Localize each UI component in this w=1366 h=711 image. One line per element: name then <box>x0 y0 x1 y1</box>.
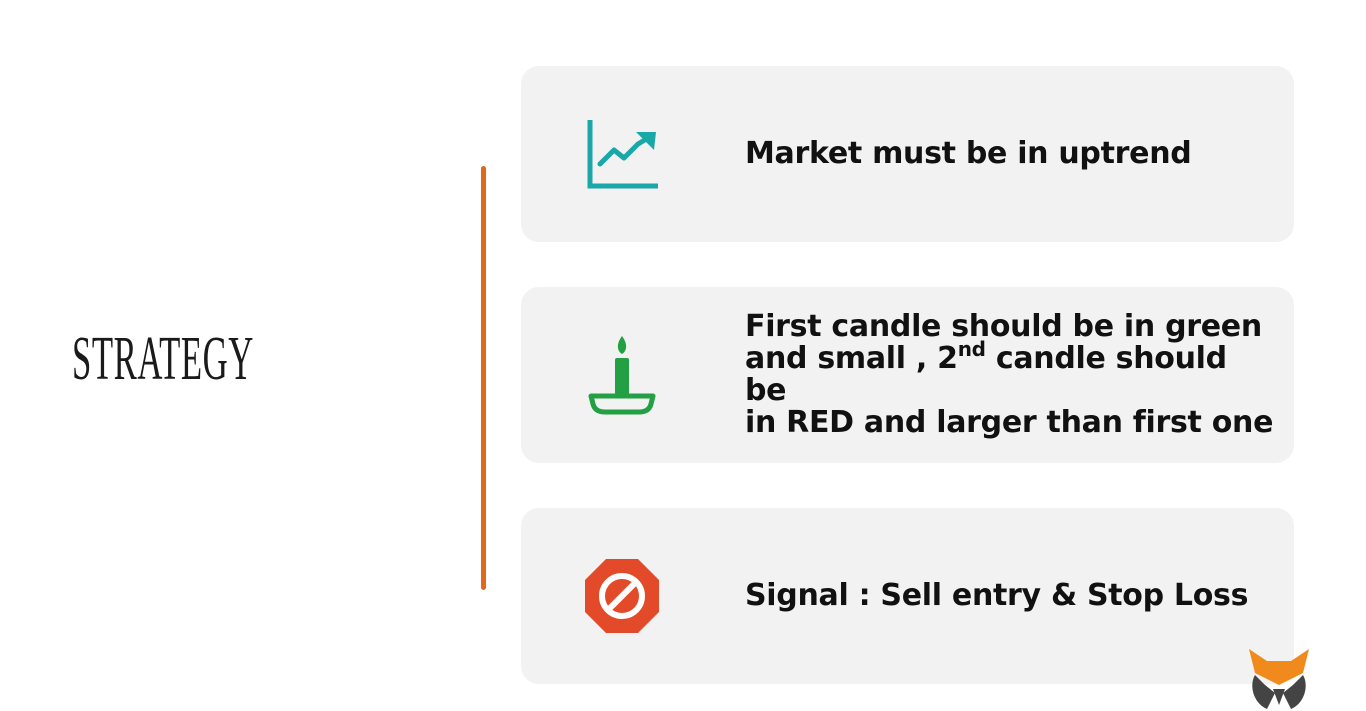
strategy-card-candles: First candle should be in green and smal… <box>521 287 1294 463</box>
card-text: Signal : Sell entry & Stop Loss <box>745 578 1249 613</box>
stop-sign-icon <box>581 555 663 637</box>
ordinal-suffix: nd <box>957 337 986 361</box>
card-text-line: and small , 2nd candle should be <box>745 339 1276 407</box>
uptrend-chart-icon <box>581 113 663 195</box>
fox-logo-icon <box>1245 645 1313 711</box>
strategy-card-signal: Signal : Sell entry & Stop Loss <box>521 508 1294 684</box>
card-text-line: in RED and larger than first one <box>745 405 1274 440</box>
strategy-card-uptrend: Market must be in uptrend <box>521 66 1294 242</box>
card-text-line: First candle should be in green <box>745 309 1262 344</box>
divider-line <box>481 166 486 590</box>
slide: STRATEGY Market must be in uptrend First… <box>0 0 1366 711</box>
card-text: First candle should be in green and smal… <box>745 311 1276 439</box>
card-text: Market must be in uptrend <box>745 136 1192 171</box>
slide-title: STRATEGY <box>72 325 254 393</box>
candle-icon <box>581 334 663 416</box>
card-text-part: and small , 2 <box>745 341 958 376</box>
